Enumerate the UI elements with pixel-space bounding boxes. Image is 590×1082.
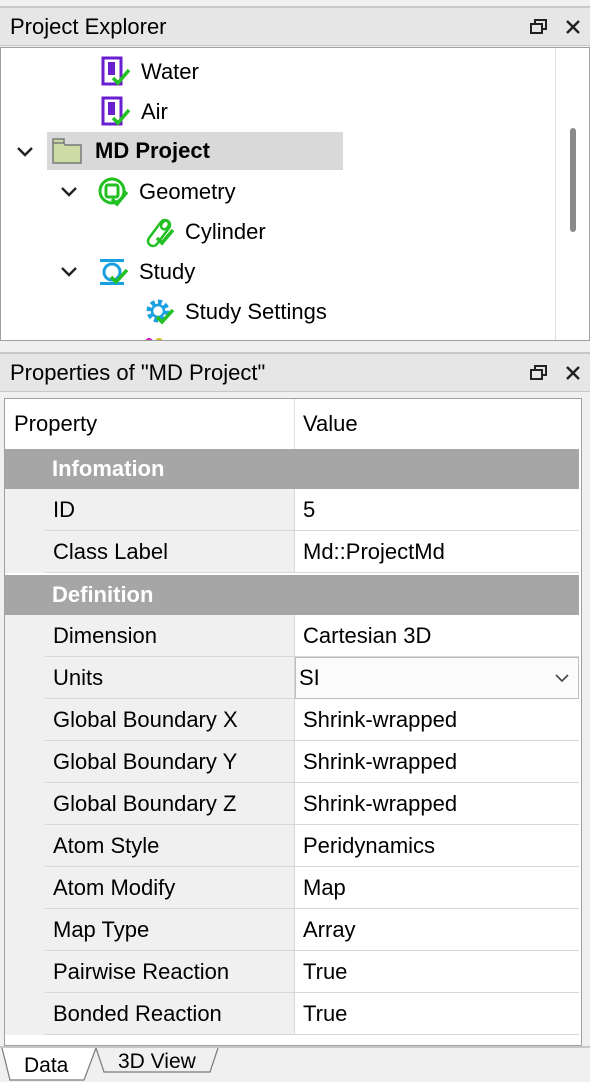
- chevron-down-icon[interactable]: [15, 142, 35, 162]
- property-name: Atom Style: [45, 825, 295, 867]
- tree-item-label: Water: [141, 59, 199, 84]
- geometry-icon: [98, 177, 129, 207]
- chevron-down-icon[interactable]: [59, 182, 79, 202]
- property-name: ID: [45, 489, 295, 531]
- tab-shapes: [0, 1046, 590, 1081]
- property-name: Map Type: [45, 909, 295, 951]
- tree-item-study-settings[interactable]: Study Settings: [143, 293, 327, 331]
- property-name: Atom Modify: [45, 867, 295, 909]
- close-icon[interactable]: [556, 358, 590, 388]
- tree-item-label: Cylinder: [185, 219, 266, 244]
- project-explorer-header: Project Explorer: [0, 6, 590, 46]
- units-dropdown[interactable]: SI: [295, 657, 579, 699]
- tree-item-water[interactable]: Water: [99, 53, 199, 91]
- property-value[interactable]: Shrink-wrapped: [295, 783, 579, 825]
- properties-header: Properties of "MD Project": [0, 352, 590, 392]
- properties-column-headers: Property Value: [5, 399, 581, 449]
- chevron-down-icon[interactable]: [59, 262, 79, 282]
- property-row-class-label[interactable]: Class Label Md::ProjectMd: [5, 531, 579, 573]
- material-icon: [101, 96, 131, 126]
- property-row-atom-modify[interactable]: Atom Modify Map: [5, 867, 579, 909]
- property-row-id[interactable]: ID 5: [5, 489, 579, 531]
- close-icon[interactable]: [556, 12, 590, 42]
- property-row-global-boundary-z[interactable]: Global Boundary Z Shrink-wrapped: [5, 783, 579, 825]
- property-value[interactable]: Shrink-wrapped: [295, 741, 579, 783]
- property-row-bonded-reaction[interactable]: Bonded Reaction True: [5, 993, 579, 1035]
- tree-item-label: Air: [141, 99, 168, 124]
- tab-3d-view[interactable]: 3D View: [118, 1050, 196, 1074]
- tree-item-label: Geometry: [139, 179, 236, 204]
- property-value[interactable]: 5: [295, 489, 579, 531]
- property-name: Units: [45, 657, 295, 699]
- property-row-map-type[interactable]: Map Type Array: [5, 909, 579, 951]
- property-value[interactable]: Array: [295, 909, 579, 951]
- property-name: Bonded Reaction: [45, 993, 295, 1035]
- chevron-down-icon[interactable]: [554, 670, 570, 686]
- gear-icon: [146, 299, 175, 325]
- folder-icon: [52, 138, 82, 164]
- tree-item-study[interactable]: Study: [97, 253, 195, 291]
- property-value[interactable]: Map: [295, 867, 579, 909]
- property-value[interactable]: True: [295, 993, 579, 1035]
- group-header-information[interactable]: Infomation: [5, 449, 579, 489]
- property-name: Global Boundary Y: [45, 741, 295, 783]
- property-value[interactable]: Cartesian 3D: [295, 615, 579, 657]
- tree-item-label: MD Project: [95, 138, 210, 163]
- property-value[interactable]: True: [295, 951, 579, 993]
- property-name: Class Label: [45, 531, 295, 573]
- property-row-units[interactable]: Units SI: [5, 657, 579, 699]
- properties-grid: Property Value Infomation ID 5 Class Lab…: [4, 398, 582, 1046]
- study-icon: [100, 259, 129, 285]
- property-row-global-boundary-x[interactable]: Global Boundary X Shrink-wrapped: [5, 699, 579, 741]
- tree-item-md-project[interactable]: MD Project: [47, 132, 343, 170]
- property-name: Global Boundary X: [45, 699, 295, 741]
- tree-item-label: Study: [139, 259, 196, 284]
- property-row-pairwise-reaction[interactable]: Pairwise Reaction True: [5, 951, 579, 993]
- tree-item-cylinder[interactable]: Cylinder: [143, 213, 266, 251]
- property-row-global-boundary-y[interactable]: Global Boundary Y Shrink-wrapped: [5, 741, 579, 783]
- tree-item-geometry[interactable]: Geometry: [97, 173, 236, 211]
- bottom-tab-bar: Data 3D View: [0, 1046, 590, 1082]
- properties-title: Properties of "MD Project": [10, 359, 266, 385]
- property-row-dimension[interactable]: Dimension Cartesian 3D: [5, 615, 579, 657]
- partial-item-icon: [145, 338, 163, 340]
- tab-data[interactable]: Data: [24, 1054, 68, 1078]
- column-header-property[interactable]: Property: [5, 399, 295, 449]
- tree-item-label: Study Settings: [185, 299, 327, 324]
- restore-icon[interactable]: [522, 358, 556, 388]
- tree-item-air[interactable]: Air: [99, 93, 168, 131]
- group-header-definition[interactable]: Definition: [5, 575, 579, 615]
- tree-scrollbar[interactable]: [555, 48, 589, 340]
- project-tree: Water Air MD Project Geometry Cylinder S…: [0, 47, 590, 341]
- project-explorer-title: Project Explorer: [10, 13, 167, 39]
- property-name: Pairwise Reaction: [45, 951, 295, 993]
- cylinder-icon: [146, 218, 175, 248]
- column-header-value[interactable]: Value: [295, 399, 581, 449]
- property-name: Dimension: [45, 615, 295, 657]
- property-value[interactable]: Peridynamics: [295, 825, 579, 867]
- property-value[interactable]: Shrink-wrapped: [295, 699, 579, 741]
- property-name: Global Boundary Z: [45, 783, 295, 825]
- units-dropdown-value: SI: [299, 665, 320, 690]
- property-value[interactable]: Md::ProjectMd: [295, 531, 579, 573]
- restore-icon[interactable]: [522, 12, 556, 42]
- material-icon: [101, 56, 131, 86]
- property-row-atom-style[interactable]: Atom Style Peridynamics: [5, 825, 579, 867]
- tree-scrollbar-thumb[interactable]: [570, 128, 576, 232]
